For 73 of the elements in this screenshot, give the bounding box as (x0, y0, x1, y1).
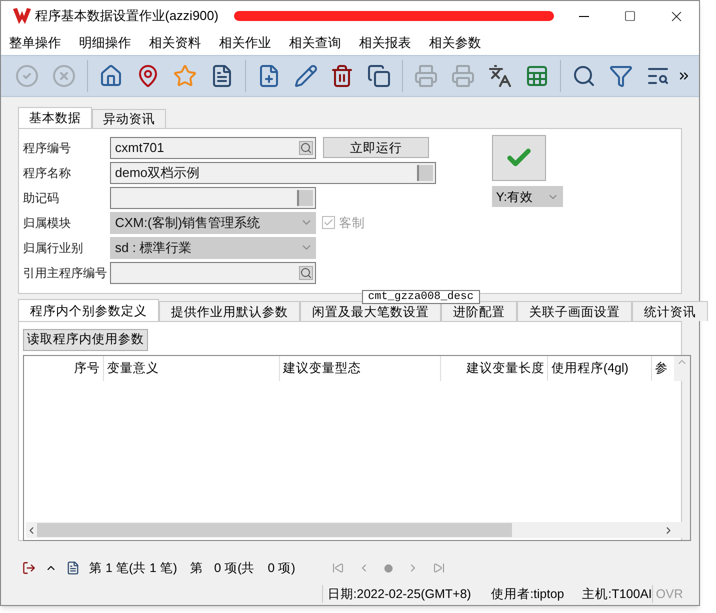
field-label: 助记码 (23, 190, 59, 205)
field-label: 程序名称 (23, 166, 71, 180)
filter-icon (609, 64, 634, 88)
cancel-icon (52, 64, 76, 88)
printer-icon (414, 64, 438, 88)
record-count: 第 1 笔(共 1 笔) (89, 560, 178, 577)
dropdown-field[interactable]: CXM:(客制)销售管理系统 (110, 212, 316, 234)
star-icon (172, 64, 197, 88)
column-header[interactable]: 序号 (24, 356, 104, 382)
first-icon[interactable] (332, 562, 344, 574)
run-button[interactable]: 立即运行 (323, 137, 429, 158)
column-header[interactable]: 建议变量型态 (280, 356, 441, 382)
trash-icon (330, 64, 354, 88)
spreadsheet-icon (525, 64, 550, 88)
status-host: 主机:T100AI (582, 586, 652, 603)
column-header[interactable]: 建议变量长度 (440, 356, 548, 382)
item-total: 0 项) (268, 560, 296, 577)
field-label: 引用主程序编号 (23, 266, 107, 280)
confirm-button[interactable] (492, 135, 546, 182)
tab[interactable]: 进阶配置 (441, 301, 517, 322)
maximize-icon (624, 10, 636, 22)
input-field[interactable] (110, 262, 316, 284)
menu-item[interactable]: 相关查询 (289, 33, 341, 53)
home-icon (98, 64, 123, 88)
column-header[interactable]: 参 (652, 356, 674, 382)
tab[interactable]: 程序内个别参数定义 (18, 299, 159, 322)
column-header[interactable]: 使用程序(4gl) (548, 356, 652, 382)
tab[interactable]: 闲置及最大笔数设置 (300, 301, 441, 322)
app-logo-icon (13, 8, 31, 24)
item-label: 第 (190, 560, 204, 577)
exit-icon[interactable] (22, 561, 36, 576)
tab[interactable]: 提供作业用默认参数 (159, 301, 300, 322)
menu-item[interactable]: 相关参数 (429, 33, 481, 53)
column-header[interactable]: 变量意义 (104, 356, 280, 382)
current-icon[interactable] (384, 564, 394, 573)
field-label: 归属模块 (23, 216, 71, 230)
text-input-icon[interactable] (297, 190, 313, 206)
tab[interactable]: 异动资讯 (92, 109, 166, 128)
input-field[interactable]: demo双档示例 (110, 162, 436, 184)
tab[interactable]: 统计资讯 (632, 301, 708, 322)
text-input-icon[interactable] (417, 164, 433, 181)
field-label: 程序编号 (23, 140, 71, 155)
status-mode: OVR (652, 584, 699, 604)
scrollbar-thumb[interactable] (37, 523, 512, 538)
dropdown-field[interactable]: sd : 標準行業 (110, 236, 316, 259)
menu-item[interactable]: 相关资料 (149, 33, 201, 53)
status-dropdown[interactable]: Y:有效 (492, 186, 563, 208)
printer-icon (451, 64, 476, 88)
status-date: 日期:2022-02-25(GMT+8) (322, 584, 492, 604)
search-icon[interactable] (299, 140, 313, 155)
field-label: 归属行业别 (23, 240, 83, 255)
input-field[interactable] (110, 186, 316, 209)
status-user: 使用者:tiptop (491, 586, 566, 603)
confirm-icon (14, 64, 39, 88)
document-icon[interactable] (66, 561, 80, 576)
checkbox-label: 客制 (339, 214, 365, 232)
input-field[interactable]: cxmt701 (110, 136, 316, 159)
tab[interactable]: 基本数据 (18, 107, 92, 128)
search-icon (572, 64, 596, 88)
menu-item[interactable]: 相关作业 (219, 33, 271, 53)
copy-icon (367, 64, 392, 88)
tooltip: cmt_gzza008_desc (362, 290, 480, 304)
tab[interactable]: 关联子画面设置 (517, 301, 632, 322)
menu-item[interactable]: 整单操作 (9, 33, 61, 53)
menu-item[interactable]: 明细操作 (79, 33, 131, 53)
menu-item[interactable]: 相关报表 (359, 33, 411, 53)
pencil-icon (294, 64, 318, 88)
window-title: 程序基本数据设置作业(azzi900) (35, 7, 218, 26)
translate-icon (488, 64, 512, 88)
search-icon[interactable] (299, 266, 313, 280)
last-icon[interactable] (433, 562, 446, 574)
item-count: 0 项(共 (214, 560, 255, 577)
read-parameters-button[interactable]: 读取程序内使用参数 (23, 328, 148, 351)
